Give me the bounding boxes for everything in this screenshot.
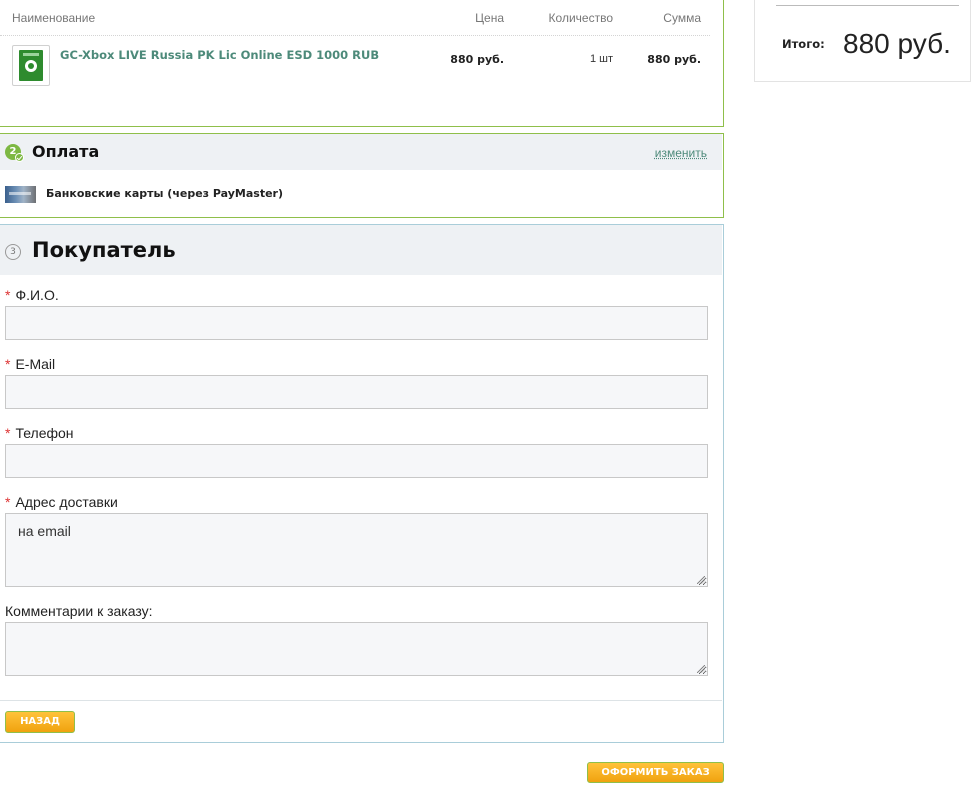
required-marker: * [5,494,11,510]
payment-header: 2 Оплата изменить [0,134,722,170]
total-panel: Итого: 880 руб. [754,0,971,82]
step-number-badge: 3 [5,244,21,260]
buyer-footer: НАЗАД [0,700,722,743]
resize-handle-icon[interactable] [697,665,705,673]
payment-section: 2 Оплата изменить Банковские карты (чере… [0,133,724,218]
resize-handle-icon[interactable] [697,576,705,584]
email-input[interactable] [5,375,708,409]
order-table-header: Наименование Цена Количество Сумма [0,0,710,36]
required-marker: * [5,425,11,441]
address-label: * Адрес доставки [5,494,118,510]
email-label: * E-Mail [5,356,56,372]
back-button[interactable]: НАЗАД [5,711,75,733]
column-qty-header: Количество [548,11,613,25]
table-row: GC-Xbox LIVE Russia PK Lic Online ESD 10… [0,36,710,96]
required-marker: * [5,287,11,303]
required-marker: * [5,356,11,372]
address-textarea[interactable]: на email [5,513,708,587]
buyer-header: 3 Покупатель [0,225,722,275]
phone-input[interactable] [5,444,708,478]
divider [776,5,959,6]
column-price-header: Цена [475,11,504,25]
change-payment-link[interactable]: изменить [655,146,707,160]
total-value: 880 руб. [843,28,951,59]
product-price: 880 руб. [450,53,504,66]
payment-method-row: Банковские карты (через PayMaster) [0,170,722,218]
fio-label: * Ф.И.О. [5,287,59,303]
bank-cards-icon [5,186,36,203]
address-value: на email [18,523,71,539]
fio-input[interactable] [5,306,708,340]
xbox-gift-card-icon[interactable] [12,45,50,86]
total-label: Итого: [782,37,825,51]
column-name-header: Наименование [12,11,96,25]
order-section: Наименование Цена Количество Сумма GC-Xb… [0,0,724,127]
buyer-title: Покупатель [32,238,176,262]
column-sum-header: Сумма [663,11,701,25]
buyer-section: 3 Покупатель * Ф.И.О. * E-Mail * Телефон * А… [0,224,724,743]
product-name-link[interactable]: GC-Xbox LIVE Russia PK Lic Online ESD 10… [60,48,379,62]
checkout-page: Наименование Цена Количество Сумма GC-Xb… [0,0,971,811]
payment-method-name: Банковские карты (через PayMaster) [46,187,283,200]
payment-title: Оплата [32,142,100,161]
check-icon [15,153,24,162]
comment-textarea[interactable] [5,622,708,676]
comment-label: Комментарии к заказу: [5,603,153,619]
phone-label: * Телефон [5,425,74,441]
place-order-button[interactable]: ОФОРМИТЬ ЗАКАЗ [587,762,724,783]
product-quantity: 1 шт [589,53,613,65]
product-sum: 880 руб. [647,53,701,66]
